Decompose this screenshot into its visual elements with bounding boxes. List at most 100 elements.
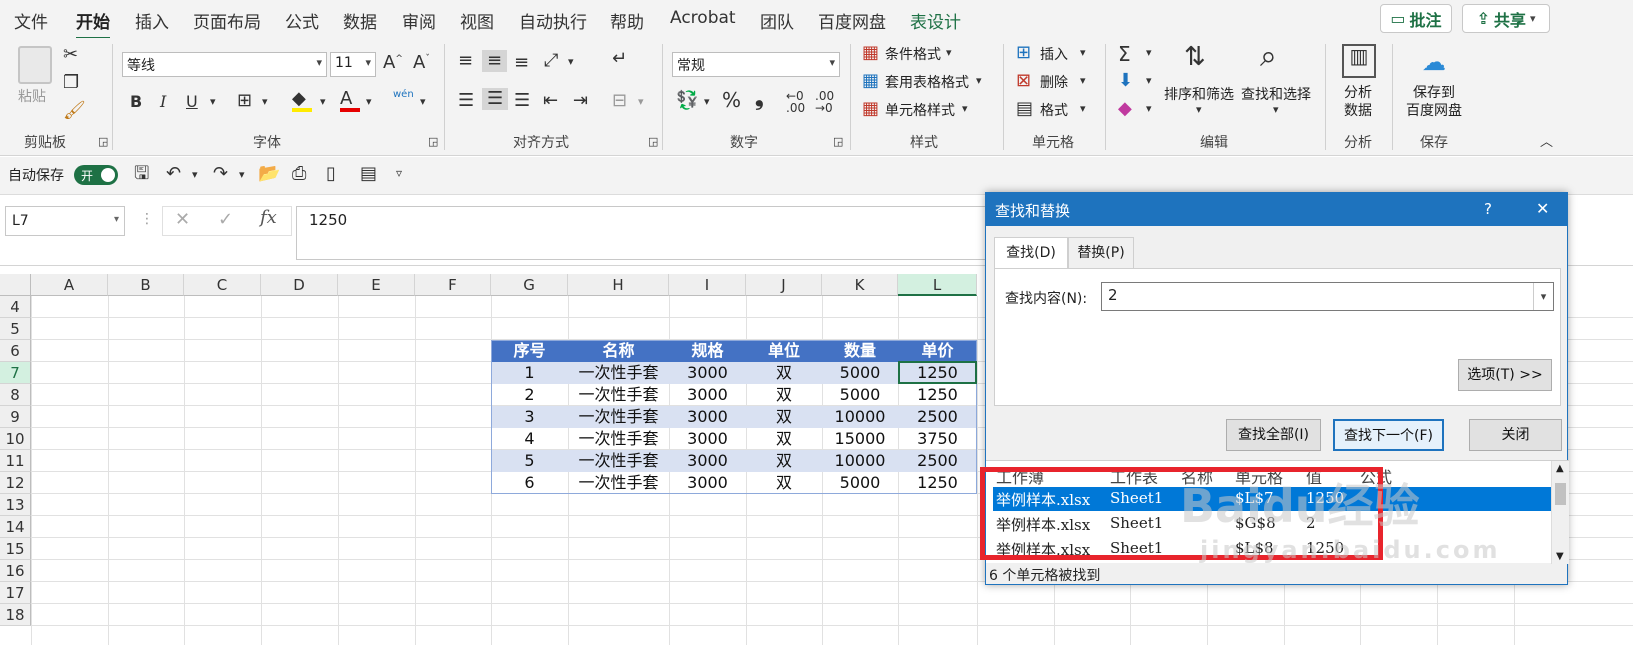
table-cell[interactable]: 一次性手套 bbox=[568, 428, 669, 450]
menu-data[interactable]: 数据 bbox=[343, 8, 377, 33]
redo-icon[interactable]: ↷ bbox=[213, 165, 228, 183]
menu-file[interactable]: 文件 bbox=[14, 8, 48, 33]
sort-filter-icon[interactable]: ⇅ bbox=[1184, 44, 1206, 70]
sort-filter-label[interactable]: 排序和筛选 bbox=[1164, 84, 1234, 104]
align-left-icon[interactable]: ☰ bbox=[458, 92, 474, 110]
row-header-5[interactable]: 5 bbox=[0, 318, 31, 340]
row-header-14[interactable]: 14 bbox=[0, 516, 31, 538]
table-cell[interactable]: 5000 bbox=[822, 362, 898, 384]
scroll-down-icon[interactable]: ▼ bbox=[1556, 551, 1564, 562]
clear-icon[interactable]: ◆ bbox=[1118, 100, 1132, 118]
row-header-17[interactable]: 17 bbox=[0, 582, 31, 604]
table-cell[interactable]: 1 bbox=[491, 362, 568, 384]
table-cell[interactable]: 5 bbox=[491, 450, 568, 472]
scroll-thumb[interactable] bbox=[1555, 483, 1566, 505]
column-header-H[interactable]: H bbox=[568, 274, 669, 296]
table-cell[interactable]: 3000 bbox=[669, 384, 746, 406]
chevron-down-icon[interactable]: ▾ bbox=[1273, 104, 1279, 115]
close-button[interactable]: 关闭 bbox=[1469, 419, 1562, 451]
table-cell[interactable]: 1250 bbox=[898, 472, 977, 494]
chevron-down-icon[interactable]: ▾ bbox=[638, 96, 644, 107]
fill-icon[interactable]: ⬇ bbox=[1118, 72, 1133, 90]
column-header-C[interactable]: C bbox=[184, 274, 261, 296]
baidu-cloud-icon[interactable]: ☁ bbox=[1422, 50, 1446, 74]
dialog-launcher-icon[interactable]: ◲ bbox=[648, 136, 658, 147]
table-header-cell[interactable]: 数量 bbox=[822, 340, 898, 362]
column-header-A[interactable]: A bbox=[31, 274, 108, 296]
menu-insert[interactable]: 插入 bbox=[135, 8, 169, 33]
chevron-down-icon[interactable]: ▾ bbox=[262, 96, 268, 107]
chevron-down-icon[interactable]: ▾ bbox=[962, 103, 968, 114]
border-icon[interactable]: ⊞ bbox=[237, 92, 252, 110]
table-cell[interactable]: 2 bbox=[491, 384, 568, 406]
table-header-cell[interactable]: 规格 bbox=[669, 340, 746, 362]
table-cell[interactable]: 一次性手套 bbox=[568, 450, 669, 472]
insert-cells-icon[interactable]: ⊞ bbox=[1016, 44, 1031, 62]
row-header-15[interactable]: 15 bbox=[0, 538, 31, 560]
cell-styles-icon[interactable]: ▦ bbox=[862, 100, 879, 118]
find-next-button[interactable]: 查找下一个(F) bbox=[1333, 419, 1444, 451]
font-color-icon[interactable]: A bbox=[340, 90, 360, 112]
options-button[interactable]: 选项(T) >> bbox=[1458, 359, 1552, 391]
dialog-launcher-icon[interactable]: ◲ bbox=[428, 136, 438, 147]
table-header-cell[interactable]: 单价 bbox=[898, 340, 977, 362]
chevron-down-icon[interactable]: ▾ bbox=[568, 56, 574, 67]
fill-color-icon[interactable]: ◆ bbox=[292, 90, 312, 112]
column-header-G[interactable]: G bbox=[491, 274, 568, 296]
menu-acrobat[interactable]: Acrobat bbox=[670, 8, 736, 28]
table-cell[interactable]: 2500 bbox=[898, 450, 977, 472]
collapse-ribbon-icon[interactable]: ︿ bbox=[1540, 136, 1553, 149]
format-cells-icon[interactable]: ▤ bbox=[1016, 100, 1033, 118]
chevron-down-icon[interactable]: ▾ bbox=[1146, 75, 1152, 86]
cell-styles-label[interactable]: 单元格样式 bbox=[885, 100, 955, 120]
print-icon[interactable]: ▤ bbox=[360, 165, 377, 183]
table-cell[interactable]: 双 bbox=[746, 472, 822, 494]
share-button[interactable]: ⇪ 共享 ▾ bbox=[1462, 4, 1550, 33]
font-size-combo[interactable]: 11 ▾ bbox=[330, 52, 376, 77]
align-top-icon[interactable]: ≡ bbox=[458, 52, 473, 70]
table-cell[interactable]: 双 bbox=[746, 384, 822, 406]
chevron-down-icon[interactable]: ▾ bbox=[1146, 103, 1152, 114]
menu-page-layout[interactable]: 页面布局 bbox=[193, 8, 261, 33]
menu-table-design[interactable]: 表设计 bbox=[910, 8, 961, 33]
table-cell[interactable]: 2500 bbox=[898, 406, 977, 428]
open-folder-icon[interactable]: 📂 bbox=[258, 165, 280, 183]
find-select-icon[interactable]: ⌕ bbox=[1260, 42, 1277, 72]
merge-center-icon[interactable]: ⊟ bbox=[612, 92, 627, 110]
insert-cells-label[interactable]: 插入 bbox=[1040, 44, 1068, 64]
font-name-combo[interactable]: 等线 ▾ bbox=[122, 52, 327, 77]
table-header-cell[interactable]: 序号 bbox=[491, 340, 568, 362]
percent-icon[interactable]: % bbox=[722, 90, 741, 110]
save-icon[interactable]: 🖫 bbox=[134, 165, 149, 183]
align-right-icon[interactable]: ☰ bbox=[514, 92, 530, 110]
row-header-7[interactable]: 7 bbox=[0, 362, 31, 384]
conditional-format-icon[interactable]: ▦ bbox=[862, 44, 879, 62]
table-cell[interactable]: 3750 bbox=[898, 428, 977, 450]
decrease-decimal-icon[interactable]: .00 →0 bbox=[815, 90, 834, 114]
scroll-up-icon[interactable]: ▲ bbox=[1556, 463, 1564, 474]
row-header-9[interactable]: 9 bbox=[0, 406, 31, 428]
cancel-icon[interactable]: ✕ bbox=[175, 211, 190, 229]
close-icon[interactable]: ✕ bbox=[1536, 199, 1549, 218]
decrease-font-icon[interactable]: Aˇ bbox=[413, 54, 430, 72]
menu-review[interactable]: 审阅 bbox=[402, 8, 436, 33]
new-file-icon[interactable]: ▯ bbox=[326, 165, 336, 183]
customize-qat-icon[interactable]: ▿ bbox=[396, 167, 402, 179]
autosum-icon[interactable]: Σ bbox=[1118, 44, 1131, 64]
column-header-L[interactable]: L bbox=[898, 274, 977, 296]
decrease-indent-icon[interactable]: ⇤ bbox=[543, 92, 558, 110]
find-all-button[interactable]: 查找全部(I) bbox=[1226, 419, 1321, 451]
underline-button[interactable]: U bbox=[186, 94, 198, 110]
wrap-text-icon[interactable]: ↵ bbox=[612, 50, 627, 68]
table-cell[interactable]: 4 bbox=[491, 428, 568, 450]
table-cell[interactable]: 一次性手套 bbox=[568, 406, 669, 428]
active-cell-L7[interactable] bbox=[898, 361, 977, 384]
print-preview-icon[interactable]: ⎙ bbox=[292, 165, 306, 183]
cut-icon[interactable]: ✂ bbox=[63, 46, 78, 64]
tab-find[interactable]: 查找(D) bbox=[994, 237, 1068, 268]
column-header-E[interactable]: E bbox=[338, 274, 415, 296]
table-cell[interactable]: 5000 bbox=[822, 384, 898, 406]
select-all-corner[interactable] bbox=[0, 274, 31, 296]
table-cell[interactable]: 5000 bbox=[822, 472, 898, 494]
bold-button[interactable]: B bbox=[130, 94, 142, 110]
